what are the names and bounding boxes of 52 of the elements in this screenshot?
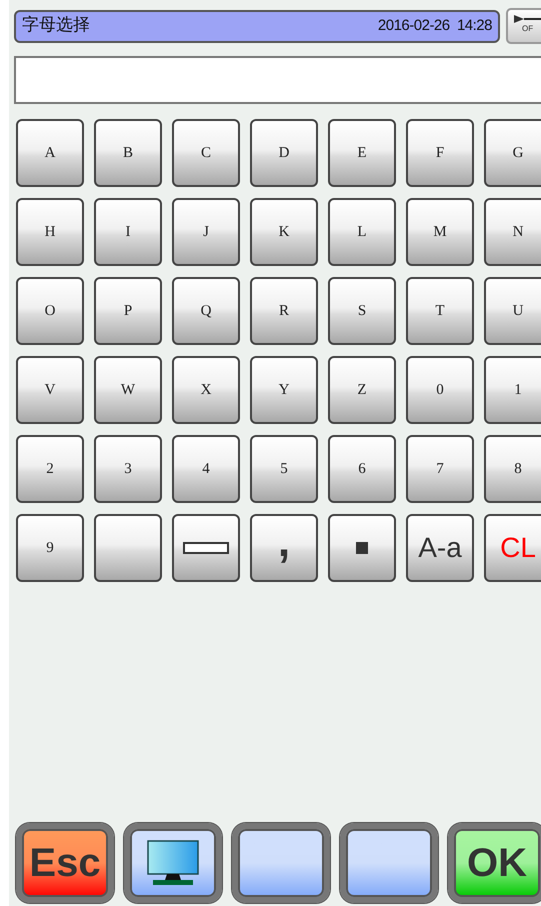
date-time-text: 2016-02-26 14:28 [378, 16, 492, 36]
ok-button[interactable]: OK [448, 823, 541, 903]
key-button[interactable] [94, 514, 162, 582]
key-button[interactable]: N [484, 198, 541, 266]
key-button[interactable]: D [250, 119, 318, 187]
key-button[interactable]: C [172, 119, 240, 187]
key-button[interactable]: S [328, 277, 396, 345]
blank-button[interactable] [232, 823, 330, 903]
space-key[interactable] [172, 514, 240, 582]
off-switch-button[interactable]: OF [506, 8, 541, 44]
space-bar-icon [183, 542, 229, 554]
key-button[interactable]: 1 [484, 356, 541, 424]
key-button[interactable]: G [484, 119, 541, 187]
key-button[interactable]: Z [328, 356, 396, 424]
key-button[interactable]: , [250, 514, 318, 582]
key-button[interactable]: 8 [484, 435, 541, 503]
key-button[interactable]: O [16, 277, 84, 345]
key-button[interactable]: F [406, 119, 474, 187]
key-button[interactable]: 3 [94, 435, 162, 503]
input-field[interactable] [14, 56, 541, 104]
key-button[interactable]: B [94, 119, 162, 187]
key-button[interactable]: X [172, 356, 240, 424]
monitor-icon [147, 840, 199, 886]
key-button[interactable]: 2 [16, 435, 84, 503]
key-button[interactable]: H [16, 198, 84, 266]
period-key[interactable] [328, 514, 396, 582]
escape-button[interactable]: Esc [16, 823, 114, 903]
key-button[interactable]: M [406, 198, 474, 266]
key-button[interactable]: L [328, 198, 396, 266]
key-button[interactable]: I [94, 198, 162, 266]
key-button[interactable]: V [16, 356, 84, 424]
key-button[interactable]: 5 [250, 435, 318, 503]
key-button[interactable]: E [328, 119, 396, 187]
key-button[interactable]: U [484, 277, 541, 345]
key-button[interactable]: Q [172, 277, 240, 345]
key-button[interactable]: P [94, 277, 162, 345]
key-button[interactable]: 4 [172, 435, 240, 503]
key-button[interactable]: W [94, 356, 162, 424]
key-button[interactable]: 7 [406, 435, 474, 503]
key-button[interactable]: Y [250, 356, 318, 424]
key-button[interactable]: 6 [328, 435, 396, 503]
key-button[interactable]: T [406, 277, 474, 345]
key-button[interactable]: A [16, 119, 84, 187]
case-toggle-key[interactable]: A-a [406, 514, 474, 582]
key-button[interactable]: J [172, 198, 240, 266]
key-button[interactable]: 0 [406, 356, 474, 424]
blank-button[interactable] [340, 823, 438, 903]
key-button[interactable]: K [250, 198, 318, 266]
key-button[interactable]: R [250, 277, 318, 345]
display-button[interactable] [124, 823, 222, 903]
title-text: 字母选择 [22, 14, 90, 38]
key-button[interactable]: 9 [16, 514, 84, 582]
